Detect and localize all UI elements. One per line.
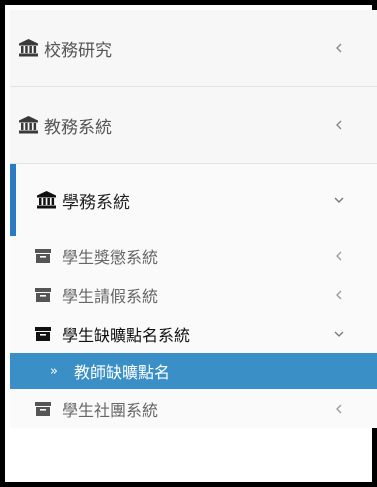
submenu-item-leave-request[interactable]: 學生請假系統 — [10, 275, 377, 314]
submenu-item-absence-rollcall[interactable]: 學生缺曠點名系統 — [10, 314, 377, 353]
folder-icon — [35, 401, 51, 416]
submenu-item-label: 學生社團系統 — [62, 400, 159, 420]
chevron-left-icon — [333, 289, 345, 301]
chevron-left-icon — [333, 250, 345, 262]
chevron-left-icon — [333, 403, 345, 415]
menu-item-label: 校務研究 — [44, 40, 112, 61]
menu-item-label: 教務系統 — [44, 117, 112, 138]
bank-icon — [37, 191, 56, 209]
folder-icon — [35, 248, 51, 263]
leaf-item-teacher-absence-rollcall[interactable]: » 教師缺曠點名 — [10, 353, 377, 389]
submenu-item-label: 學生缺曠點名系統 — [62, 325, 191, 345]
leaf-item-label: 教師缺曠點名 — [73, 363, 170, 382]
submenu-item-student-clubs[interactable]: 學生社團系統 — [10, 389, 377, 428]
folder-icon — [35, 326, 51, 341]
sidebar-menu: 校務研究 教務系統 學務系統 學生獎懲系統 學生請假系統 學生缺曠點名系統 » … — [10, 10, 377, 428]
menu-item-academic-affairs[interactable]: 教務系統 — [10, 87, 377, 164]
bank-icon — [19, 116, 38, 134]
chevron-left-icon — [333, 42, 345, 54]
active-indicator — [10, 164, 16, 236]
submenu-item-rewards-discipline[interactable]: 學生獎懲系統 — [10, 236, 377, 275]
menu-item-student-affairs[interactable]: 學務系統 — [10, 164, 377, 236]
sidebar-frame: 校務研究 教務系統 學務系統 學生獎懲系統 學生請假系統 學生缺曠點名系統 » … — [0, 0, 377, 487]
chevron-down-icon — [333, 328, 345, 340]
chevron-down-icon — [333, 194, 345, 206]
submenu-item-label: 學生獎懲系統 — [62, 247, 159, 267]
bank-icon — [19, 39, 38, 57]
submenu-item-label: 學生請假系統 — [62, 286, 159, 306]
menu-item-label: 學務系統 — [62, 192, 130, 213]
folder-icon — [35, 287, 51, 302]
double-chevron-right-icon: » — [50, 363, 58, 379]
menu-item-school-research[interactable]: 校務研究 — [10, 10, 377, 87]
chevron-left-icon — [333, 119, 345, 131]
